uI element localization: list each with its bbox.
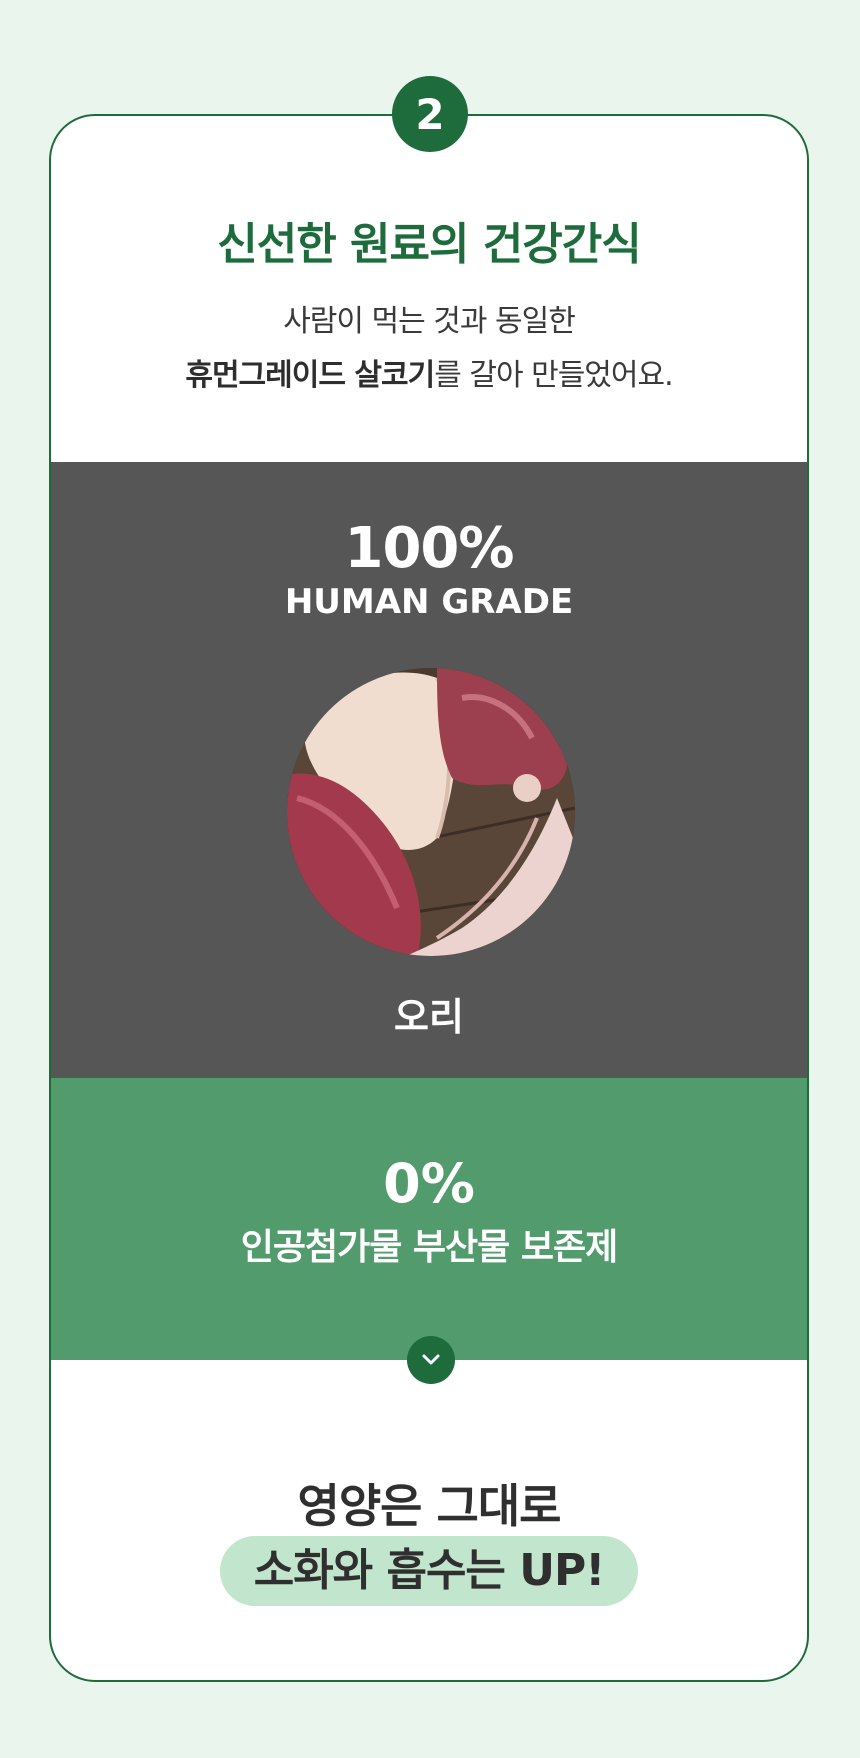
additives-percent: 0% [383,1152,475,1215]
additives-panel: 0% 인공첨가물 부산물 보존제 [51,1078,807,1360]
description-rest: 를 갈아 만들었어요. [434,358,673,393]
additives-label: 인공첨가물 부산물 보존제 [240,1227,618,1268]
human-grade-percent: 100% [344,516,514,581]
intro-section: 신선한 원료의 건강간식 사람이 먹는 것과 동일한 휴먼그레이드 살코기를 갈… [51,116,807,462]
step-number: 2 [415,89,445,139]
description-highlight: 휴먼그레이드 살코기 [185,358,435,393]
nutrition-highlight: 소화와 흡수는 UP! [51,1536,807,1606]
description-line-1: 사람이 먹는 것과 동일한 [283,304,576,339]
nutrition-section: 영양은 그대로 소화와 흡수는 UP! [51,1360,807,1680]
chevron-down-icon [407,1336,455,1384]
step-number-badge: 2 [392,76,468,152]
description-line-2: 휴먼그레이드 살코기를 갈아 만들었어요. [51,350,807,394]
human-grade-label: HUMAN GRADE [284,582,574,622]
nutrition-heading: 영양은 그대로 [297,1479,562,1533]
feature-card: 신선한 원료의 건강간식 사람이 먹는 것과 동일한 휴먼그레이드 살코기를 갈… [49,114,809,1682]
meat-name-label: 오리 [394,995,464,1039]
human-grade-panel: 100% HUMAN GRADE 오리 [51,462,807,1078]
duck-meat-photo [287,668,575,956]
nutrition-pill: 소화와 흡수는 UP! [219,1536,639,1606]
section-title: 신선한 원료의 건강간식 [217,219,641,270]
